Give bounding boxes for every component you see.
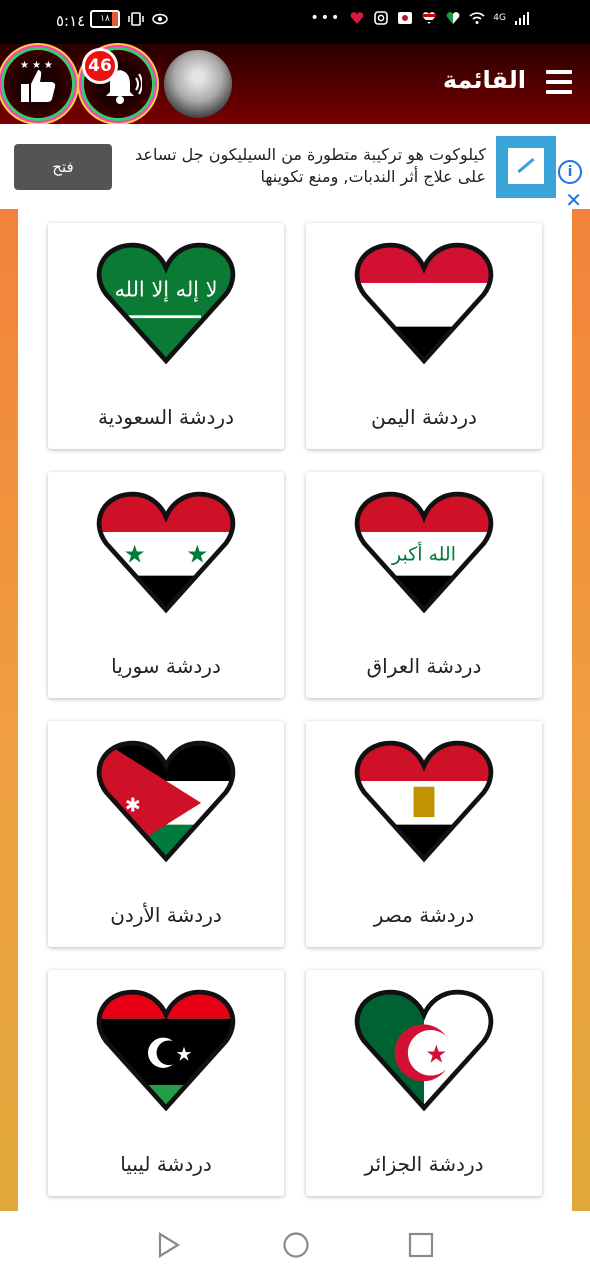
iraq-flag-heart-icon: الله أكبر — [354, 491, 494, 614]
app-icon — [398, 12, 413, 24]
country-card-label: دردشة سوريا — [111, 654, 221, 678]
yemen-flag-heart-icon — [354, 242, 494, 365]
ad-image[interactable] — [496, 136, 556, 198]
battery-icon: ١٨ — [90, 10, 120, 28]
country-card-algeria[interactable]: ★ دردشة الجزائر — [306, 970, 542, 1196]
menu-title[interactable]: القائمة — [443, 66, 526, 94]
svg-text:لا إله إلا الله: لا إله إلا الله — [115, 277, 218, 302]
country-card-label: دردشة العراق — [366, 654, 482, 678]
user-avatar[interactable] — [164, 50, 232, 118]
hamburger-icon[interactable] — [546, 70, 572, 94]
saudi-flag-heart-icon: لا إله إلا الله — [96, 242, 236, 365]
egypt-flag-heart-icon — [354, 740, 494, 863]
country-card-label: دردشة السعودية — [98, 405, 234, 429]
eye-icon — [152, 13, 168, 25]
svg-text:★: ★ — [425, 1039, 447, 1068]
instagram-icon — [374, 11, 389, 25]
country-card-syria[interactable]: ★ ★ دردشة سوريا — [48, 472, 284, 698]
svg-text:★: ★ — [176, 1043, 193, 1065]
ad-text[interactable]: كيلوكوت هو تركيبة متطورة من السيليكون جل… — [106, 144, 486, 188]
egypt-heart-icon — [422, 12, 436, 24]
country-card-libya[interactable]: ★ دردشة ليبيا — [48, 970, 284, 1196]
info-icon[interactable]: i — [558, 160, 582, 184]
country-card-saudi[interactable]: لا إله إلا الله دردشة السعودية — [48, 223, 284, 449]
vibrate-icon — [128, 12, 144, 26]
status-left-icons: ١٨ — [90, 10, 168, 28]
wifi-icon — [469, 12, 485, 24]
navigation-bar — [0, 1211, 590, 1280]
svg-text:الله أكبر: الله أكبر — [391, 540, 456, 565]
algeria-heart-icon — [446, 12, 460, 24]
country-card-label: دردشة مصر — [373, 903, 475, 927]
like-button[interactable]: ★★★ — [4, 50, 72, 118]
more-notifications-icon: ••• — [310, 10, 342, 26]
ad-banner[interactable]: i ✕ كيلوكوت هو تركيبة متطورة من السيليكو… — [0, 124, 590, 212]
status-time: ٥:١٤ — [56, 12, 86, 30]
notification-count-badge: 46 — [82, 48, 118, 84]
country-card-label: دردشة اليمن — [371, 405, 477, 429]
network-type: 4G — [493, 13, 506, 23]
home-icon[interactable] — [282, 1231, 310, 1259]
battery-level: ١٨ — [100, 14, 110, 24]
heart-app-icon — [350, 12, 364, 24]
country-card-label: دردشة الأردن — [110, 903, 222, 927]
back-icon[interactable] — [156, 1231, 182, 1259]
country-card-iraq[interactable]: الله أكبر دردشة العراق — [306, 472, 542, 698]
thumbs-up-icon — [21, 70, 56, 102]
recent-apps-icon[interactable] — [408, 1231, 434, 1259]
status-bar: ٥:١٤ ١٨ ••• 4G — [0, 0, 590, 44]
algeria-flag-heart-icon: ★ — [354, 989, 494, 1112]
status-right-icons: ••• 4G — [311, 10, 530, 26]
syria-flag-heart-icon: ★ ★ — [96, 491, 236, 614]
country-card-label: دردشة الجزائر — [364, 1152, 484, 1176]
libya-flag-heart-icon: ★ — [96, 989, 236, 1112]
jordan-flag-heart-icon: ✱ — [96, 740, 236, 863]
country-card-egypt[interactable]: دردشة مصر — [306, 721, 542, 947]
app-bar: ★★★ 46 القائمة — [0, 44, 590, 124]
ad-open-button[interactable]: فتح — [14, 144, 112, 190]
country-card-label: دردشة ليبيا — [120, 1152, 212, 1176]
country-card-yemen[interactable]: دردشة اليمن — [306, 223, 542, 449]
country-card-jordan[interactable]: ✱ دردشة الأردن — [48, 721, 284, 947]
signal-icon — [515, 12, 529, 25]
